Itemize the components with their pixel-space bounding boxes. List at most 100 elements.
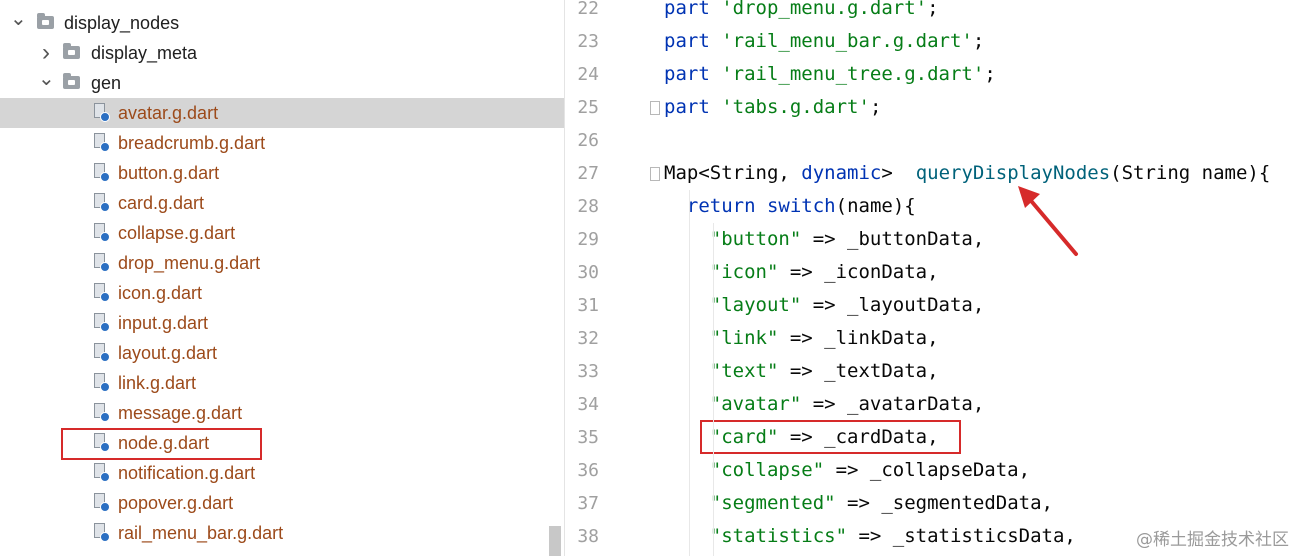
tree-file-row[interactable]: popover.g.dart: [0, 488, 564, 518]
code-line[interactable]: return switch(name){: [664, 190, 916, 223]
string-token: "button": [709, 228, 802, 250]
string-token: "segmented": [709, 492, 836, 514]
function-name-token: queryDisplayNodes: [915, 162, 1111, 184]
dart-file-icon: [93, 373, 110, 393]
code-line[interactable]: "link" => _linkData,: [664, 322, 939, 355]
file-label: link.g.dart: [118, 373, 197, 393]
code-line[interactable]: Map<String, dynamic> queryDisplayNodes(S…: [664, 157, 1270, 190]
line-number: 27: [577, 163, 599, 184]
code-line[interactable]: "icon" => _iconData,: [664, 256, 939, 289]
code-line[interactable]: part 'rail_menu_bar.g.dart';: [664, 25, 984, 58]
code-token: (name){: [835, 195, 916, 217]
folder-icon: [63, 43, 80, 59]
code-line[interactable]: part 'tabs.g.dart';: [664, 91, 881, 124]
file-label: popover.g.dart: [118, 493, 234, 513]
file-label: rail_menu_bar.g.dart: [118, 523, 284, 543]
tree-file-row[interactable]: avatar.g.dart: [0, 98, 564, 128]
file-label: collapse.g.dart: [118, 223, 236, 243]
tree-file-row[interactable]: link.g.dart: [0, 368, 564, 398]
tree-file-row[interactable]: layout.g.dart: [0, 338, 564, 368]
code-token: => _textData,: [778, 360, 939, 382]
line-number: 31: [577, 295, 599, 316]
string-token: "link": [709, 327, 779, 349]
tree-file-row[interactable]: button.g.dart: [0, 158, 564, 188]
keyword-token: switch: [766, 195, 836, 217]
code-token: => _collapseData,: [824, 459, 1031, 481]
tree-scrollbar[interactable]: [549, 526, 561, 556]
keyword-token: part: [664, 0, 710, 19]
code-line[interactable]: "collapse" => _collapseData,: [664, 454, 1030, 487]
line-number: 37: [577, 493, 599, 514]
tree-folder-row[interactable]: ⌄ gen: [0, 68, 564, 98]
line-number: 28: [577, 196, 599, 217]
dart-file-icon: [93, 343, 110, 363]
string-token: 'tabs.g.dart': [721, 96, 870, 118]
code-token: => _statisticsData,: [847, 525, 1076, 547]
tree-file-row[interactable]: rail_menu_bar.g.dart: [0, 518, 564, 548]
dart-file-icon: [93, 463, 110, 483]
string-token: 'drop_menu.g.dart': [721, 0, 928, 19]
code-token: ;: [869, 96, 882, 118]
code-line[interactable]: "text" => _textData,: [664, 355, 939, 388]
line-number: 34: [577, 394, 599, 415]
file-label: notification.g.dart: [118, 463, 256, 483]
line-number: 23: [577, 31, 599, 52]
tree-file-row[interactable]: breadcrumb.g.dart: [0, 128, 564, 158]
code-line[interactable]: "statistics" => _statisticsData,: [664, 520, 1076, 553]
code-editor[interactable]: 22 23 24 25 26 27 28 29 30 31 32 33 34 35 36 37 38 part …: [564, 0, 1297, 556]
keyword-token: part: [664, 63, 710, 85]
tree-file-row[interactable]: drop_menu.g.dart: [0, 248, 564, 278]
code-token: Map<String,: [664, 162, 802, 184]
indent-guide: [713, 223, 714, 556]
chevron-down-icon[interactable]: ⌄: [38, 68, 55, 98]
tree-file-row[interactable]: input.g.dart: [0, 308, 564, 338]
line-number-gutter: 22 23 24 25 26 27 28 29 30 31 32 33 34 35 36 37 38: [565, 0, 650, 556]
code-token: (String name){: [1110, 162, 1271, 184]
fold-marker-icon[interactable]: [650, 101, 660, 115]
keyword-token: return: [686, 195, 756, 217]
string-token: 'rail_menu_bar.g.dart': [721, 30, 973, 52]
code-token: ;: [972, 30, 985, 52]
code-line[interactable]: "segmented" => _segmentedData,: [664, 487, 1053, 520]
folder-label: display_meta: [91, 43, 198, 63]
line-number: 29: [577, 229, 599, 250]
folder-icon: [63, 73, 80, 89]
line-number: 26: [577, 130, 599, 151]
tree-file-row[interactable]: message.g.dart: [0, 398, 564, 428]
folder-icon: [37, 13, 54, 29]
tree-file-row[interactable]: card.g.dart: [0, 188, 564, 218]
code-token: => _segmentedData,: [835, 492, 1053, 514]
dart-file-icon: [93, 133, 110, 153]
code-line[interactable]: part 'rail_menu_tree.g.dart';: [664, 58, 996, 91]
tree-folder-row[interactable]: ⌄ display_nodes: [0, 8, 564, 38]
chevron-down-icon[interactable]: ⌄: [10, 8, 27, 38]
watermark: @稀土掘金技术社区: [1136, 525, 1289, 550]
fold-marker-icon[interactable]: [650, 167, 660, 181]
tree-file-row[interactable]: notification.g.dart: [0, 458, 564, 488]
annotation-arrow: [1018, 186, 1078, 256]
code-token: => _layoutData,: [801, 294, 985, 316]
tree-file-row[interactable]: collapse.g.dart: [0, 218, 564, 248]
tree-folder-row[interactable]: › display_meta: [0, 38, 564, 68]
tree-file-row[interactable]: icon.g.dart: [0, 278, 564, 308]
code-token: => _linkData,: [778, 327, 939, 349]
code-token: ;: [927, 0, 939, 19]
file-label: layout.g.dart: [118, 343, 218, 363]
code-token: => _buttonData,: [801, 228, 985, 250]
chevron-right-icon[interactable]: ›: [38, 38, 54, 68]
dart-file-icon: [93, 403, 110, 423]
line-number: 35: [577, 427, 599, 448]
code-token: >: [881, 162, 916, 184]
code-line[interactable]: part 'drop_menu.g.dart';: [664, 0, 939, 25]
folder-label: display_nodes: [64, 13, 180, 33]
line-number: 25: [577, 97, 599, 118]
code-line[interactable]: "card" => _cardData,: [664, 421, 939, 454]
dart-file-icon: [93, 493, 110, 513]
